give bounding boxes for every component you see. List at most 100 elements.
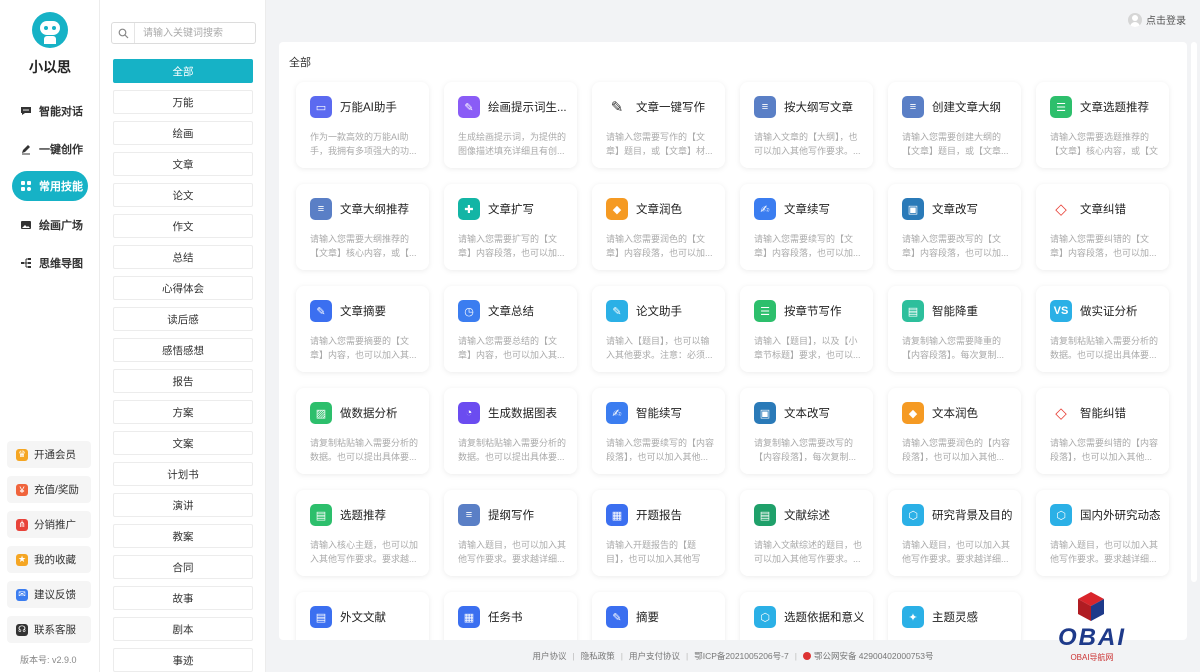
nav-gallery[interactable]: 绘画广场 [12,210,88,240]
category-0[interactable]: 全部 [113,59,253,83]
skill-card[interactable]: ✎ 文章一键写作 请输入您需要写作的【文章】题目，或【文章】材... [592,82,725,168]
logo[interactable] [32,12,68,48]
category-18[interactable]: 剧本 [113,617,253,641]
skill-card[interactable]: ▭ 万能AI助手 作为一款高效的万能AI助手，我拥有多项强大的功... [296,82,429,168]
skill-card[interactable]: ▣ 文本改写 请复制输入您需要改写的【内容段落】，每次复制... [740,388,873,474]
category-1[interactable]: 万能 [113,90,253,114]
support-button[interactable]: ☊ 联系客服 [7,616,91,643]
skill-card[interactable]: ≡ 创建文章大纲 请输入您需要创建大纲的【文章】题目，或【文章... [888,82,1021,168]
skill-card[interactable]: ✍ 文章续写 请输入您需要续写的【文章】内容段落，也可以加... [740,184,873,270]
share-button[interactable]: ⋔ 分销推广 [7,511,91,538]
skill-card[interactable]: ◆ 文章润色 请输入您需要润色的【文章】内容段落，也可以加... [592,184,725,270]
skill-card[interactable]: ✎ 论文助手 请输入【题目】，也可以输入其他要求。注意：必须... [592,286,725,372]
nav-chat[interactable]: 智能对话 [12,96,88,126]
skill-card[interactable]: ◇ 智能纠错 请输入您需要纠错的【内容段落】，也可以加入其他... [1036,388,1169,474]
category-16[interactable]: 合同 [113,555,253,579]
skill-card[interactable]: ☰ 文章选题推荐请输入您需要选题推荐的【文章】核心内容，或【文章... [1036,82,1169,168]
category-3[interactable]: 文章 [113,152,253,176]
skill-card[interactable]: ◔ 生成数据图表 请复制粘贴输入需要分析的数据。也可以提出具体要... [444,388,577,474]
pie-chart-icon: ◔ [458,402,480,424]
mindmap-icon [20,257,32,269]
skill-card[interactable]: ✎ 绘画提示词生... 生成绘画提示词，为提供的图像描述填充详细且有创... [444,82,577,168]
outline-icon: ≡ [310,198,332,220]
favorites-button[interactable]: ★ 我的收藏 [7,546,91,573]
skill-description: 请复制粘贴输入需要分析的数据。也可以提出具体要... [310,438,418,462]
category-17[interactable]: 故事 [113,586,253,610]
skill-card[interactable]: ✚ 文章扩写 请输入您需要扩写的【文章】内容段落，也可以加... [444,184,577,270]
category-15[interactable]: 教案 [113,524,253,548]
skill-card[interactable]: ▤ 文献综述 请输入文献综述的题目，也可以加入其他写作要求。... [740,490,873,576]
skill-card[interactable]: ◆ 文本润色 请输入您需要润色的【内容段落】，也可以加入其他... [888,388,1021,474]
category-12[interactable]: 文案 [113,431,253,455]
skill-card[interactable]: ▤ 选题推荐 请输入核心主题，也可以加入其他写作要求。要求越... [296,490,429,576]
search-box[interactable] [111,22,256,44]
scrollbar[interactable] [1191,42,1197,582]
skill-card[interactable]: ⬡ 国内外研究动态 请输入题目，也可以加入其他写作要求。要求越详细... [1036,490,1169,576]
search-input[interactable] [143,24,255,42]
skill-card[interactable]: ≡ 提纲写作 请输入题目，也可以加入其他写作要求。要求越详细... [444,490,577,576]
category-14[interactable]: 演讲 [113,493,253,517]
skill-description: 请复制粘贴输入需要分析的数据。也可以提出具体要... [458,438,566,462]
star-icon: ★ [16,553,28,566]
vip-button[interactable]: ♛ 开通会员 [7,441,91,468]
category-7[interactable]: 心得体会 [113,276,253,300]
category-9[interactable]: 感悟感想 [113,338,253,362]
skill-title: 绘画提示词生... [488,102,567,114]
skill-card[interactable]: ⬡ 研究背景及目的 请输入题目，也可以加入其他写作要求。要求越详细... [888,490,1021,576]
chapter-icon: ☰ [754,300,776,322]
footer-police[interactable]: 鄂公网安备 42900402000753号 [814,650,934,662]
skill-card[interactable]: ◷ 文章总结 请输入您需要总结的【文章】内容，也可以加入其... [444,286,577,372]
skill-card[interactable]: ◇ 文章纠错 请输入您需要纠错的【文章】内容段落，也可以加... [1036,184,1169,270]
skill-title: 文本改写 [784,408,830,420]
skill-card[interactable]: ✍ 智能续写 请输入您需要续写的【内容段落】，也可以加入其他... [592,388,725,474]
skill-card[interactable]: ▤ 智能降重 请复制输入您需要降重的【内容段落】。每次复制... [888,286,1021,372]
skill-card[interactable]: ≡ 按大纲写文章 请输入文章的【大纲】，也可以加入其他写作要求。... [740,82,873,168]
skill-card[interactable]: ▦ 任务书 [444,592,577,640]
feedback-button[interactable]: ✉ 建议反馈 [7,581,91,608]
footer-link-privacy[interactable]: 隐私政策 [581,650,615,662]
skill-title: 智能降重 [932,306,978,318]
category-4[interactable]: 论文 [113,183,253,207]
clipboard-icon: ▤ [310,504,332,526]
login-button[interactable]: 点击登录 [1128,12,1186,27]
nav-create[interactable]: 一键创作 [12,134,88,164]
skill-title: 文章纠错 [1080,204,1126,216]
category-10[interactable]: 报告 [113,369,253,393]
skill-title: 文章润色 [636,204,682,216]
skills-panel: 全部 ▭ 万能AI助手 作为一款高效的万能AI助手，我拥有多项强大的功... ✎ 绘画提… [279,42,1187,640]
skill-card[interactable]: ⬡ 选题依据和意义 [740,592,873,640]
skill-card[interactable]: ✎ 摘要 [592,592,725,640]
category-11[interactable]: 方案 [113,400,253,424]
skill-title: 摘要 [636,612,659,624]
skill-title: 按章节写作 [784,306,842,318]
skill-card[interactable]: ✦ 主题灵感 [888,592,1021,640]
recharge-button[interactable]: ¥ 充值/奖励 [7,476,91,503]
nav-mindmap[interactable]: 思维导图 [12,248,88,278]
footer-link-terms[interactable]: 用户协议 [533,650,567,662]
category-5[interactable]: 作文 [113,214,253,238]
skill-card[interactable]: ≡ 文章大纲推荐 请输入您需要大纲推荐的【文章】核心内容，或【... [296,184,429,270]
category-6[interactable]: 总结 [113,245,253,269]
category-8[interactable]: 读后感 [113,307,253,331]
category-2[interactable]: 绘画 [113,121,253,145]
skill-description: 请输入开题报告的【题目】，也可以加入其他写作... [606,540,701,564]
search-icon[interactable] [112,23,135,43]
sidebar: 小以思 智能对话 一键创作 常用技能 绘画广场 思维导图 ♛ 开通会员 ¥ 充值… [0,0,100,672]
skill-title: 文章总结 [488,306,534,318]
nav-skills[interactable]: 常用技能 [12,171,88,201]
skill-card[interactable]: VS 做实证分析 请复制粘贴输入需要分析的数据。也可以提出具体要... [1036,286,1169,372]
skill-card[interactable]: ▣ 文章改写 请输入您需要改写的【文章】内容段落，也可以加... [888,184,1021,270]
category-13[interactable]: 计划书 [113,462,253,486]
skill-title: 外文文献 [340,612,386,624]
footer-link-payment[interactable]: 用户支付协议 [629,650,680,662]
skill-title: 文献综述 [784,510,830,522]
skill-card[interactable]: ▨ 做数据分析 请复制粘贴输入需要分析的数据。也可以提出具体要... [296,388,429,474]
skill-card[interactable]: ✎ 文章摘要 请输入您需要摘要的【文章】内容，也可以加入其... [296,286,429,372]
category-19[interactable]: 事迹 [113,648,253,672]
task-icon: ▦ [458,606,480,628]
footer-icp[interactable]: 鄂ICP备2021005206号-7 [694,650,789,662]
skill-card[interactable]: ▦ 开题报告请输入开题报告的【题目】，也可以加入其他写作... [592,490,725,576]
skill-card[interactable]: ☰ 按章节写作 请输入【题目】，以及【小章节标题】要求，也可以... [740,286,873,372]
skill-description: 请输入您需要润色的【文章】内容段落，也可以加... [606,234,713,258]
skill-card[interactable]: ▤ 外文文献 [296,592,429,640]
